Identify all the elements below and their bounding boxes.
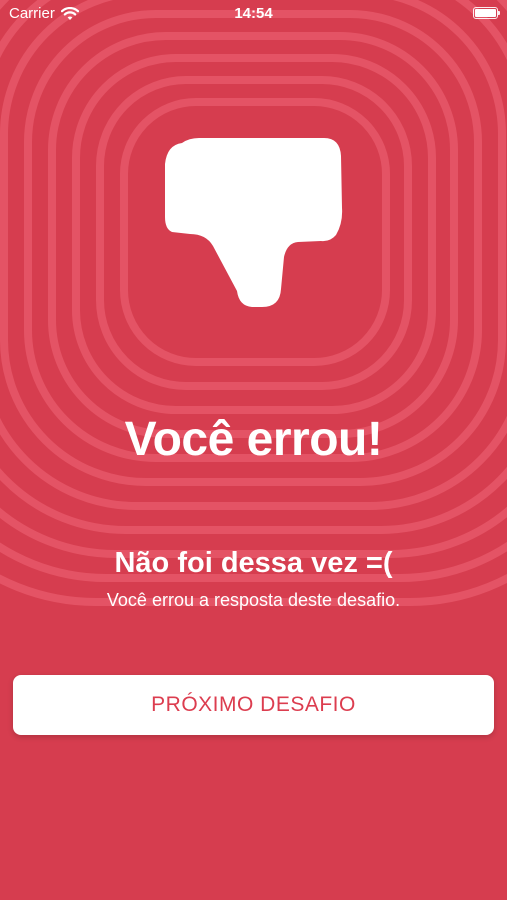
battery-level (475, 9, 496, 17)
next-challenge-button[interactable]: PRÓXIMO DESAFIO (13, 675, 494, 735)
thumbs-down-icon (165, 138, 343, 307)
result-subtitle: Não foi dessa vez =( (114, 547, 393, 579)
status-bar: Carrier 14:54 (0, 0, 507, 28)
result-title: Você errou! (124, 413, 383, 466)
battery-icon (473, 7, 500, 19)
result-screen: Carrier 14:54 Você errou! Não foi dessa … (0, 0, 507, 900)
result-description: Você errou a resposta deste desafio. (106, 590, 401, 610)
status-time: 14:54 (234, 5, 273, 22)
